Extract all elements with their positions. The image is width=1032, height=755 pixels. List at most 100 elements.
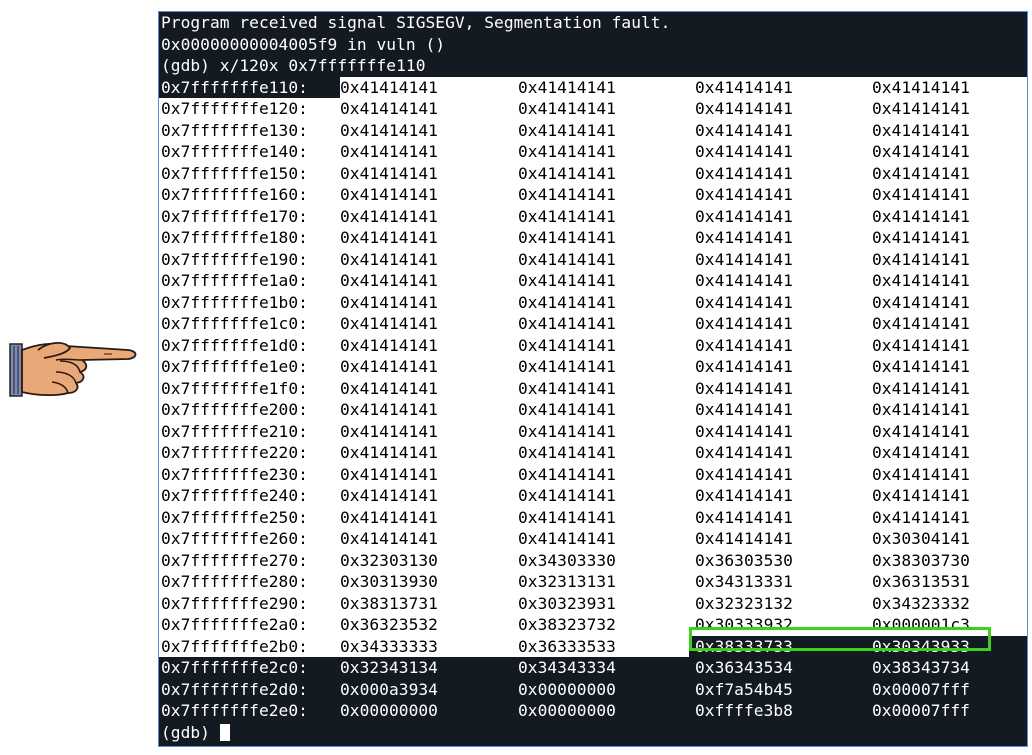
memory-cell: 0x41414141 — [518, 120, 616, 140]
memory-address: 0x7fffffffe170: — [161, 206, 308, 226]
memory-address: 0x7fffffffe210: — [161, 421, 308, 441]
memory-row: 0x7fffffffe190: 0x41414141 0x41414141 0x414… — [159, 249, 1027, 271]
memory-cell: 0x41414141 — [695, 271, 793, 290]
memory-row: 0x7fffffffe280: 0x30313930 0x32313131 0x343… — [159, 571, 1027, 593]
memory-cell: 0x41414141 — [872, 185, 970, 204]
memory-cell: 0x41414141 — [340, 271, 438, 290]
memory-row: 0x7fffffffe140: 0x41414141 0x41414141 0x414… — [159, 141, 1027, 163]
memory-row: 0x7fffffffe1a0: 0x41414141 0x41414141 0x414… — [159, 270, 1027, 292]
memory-cell: 0x41414141 — [340, 314, 438, 333]
memory-cell: 0x41414141 — [518, 507, 616, 527]
memory-address: 0x7fffffffe1d0: — [161, 335, 308, 355]
memory-row: 0x7fffffffe160: 0x41414141 0x41414141 0x414… — [159, 184, 1027, 206]
memory-cell: 0x41414141 — [695, 249, 793, 269]
memory-row: 0x7fffffffe130: 0x41414141 0x41414141 0x414… — [159, 120, 1027, 142]
memory-address: 0x7fffffffe180: — [161, 228, 308, 247]
memory-cell: 0x41414141 — [340, 421, 438, 441]
memory-row: 0x7fffffffe170: 0x41414141 0x41414141 0x414… — [159, 206, 1027, 228]
memory-address: 0x7fffffffe120: — [161, 99, 308, 118]
memory-cell: 0x41414141 — [695, 529, 793, 548]
memory-cell: 0x36313531 — [872, 572, 970, 591]
memory-cell: 0x41414141 — [872, 357, 970, 376]
memory-address: 0x7fffffffe2a0: — [161, 615, 308, 634]
memory-address: 0x7fffffffe2e0: — [161, 701, 308, 720]
memory-cell: 0x41414141 — [518, 228, 616, 247]
gdb-prompt-line[interactable]: (gdb) — [159, 722, 1027, 744]
memory-cell: 0x36333533 — [518, 636, 616, 656]
memory-cell: 0x41414141 — [695, 464, 793, 484]
highlight-box — [689, 627, 991, 651]
memory-cell: 0x32343134 — [340, 658, 438, 677]
memory-row: 0x7fffffffe1c0: 0x41414141 0x41414141 0x414… — [159, 313, 1027, 335]
memory-cell: 0x000a3934 — [340, 679, 438, 699]
memory-cell: 0x41414141 — [872, 314, 970, 333]
memory-cell: 0x41414141 — [695, 99, 793, 118]
memory-address: 0x7fffffffe2c0: — [161, 658, 308, 677]
memory-cell: 0x34313331 — [695, 572, 793, 591]
memory-cell: 0x41414141 — [872, 163, 970, 183]
gdb-terminal[interactable]: Program received signal SIGSEGV, Segment… — [158, 11, 1028, 747]
memory-address: 0x7fffffffe110: — [161, 77, 308, 97]
memory-cell: 0x32323132 — [695, 593, 793, 613]
memory-cell: 0x41414141 — [340, 486, 438, 505]
memory-cell: 0x34323332 — [872, 593, 970, 613]
memory-cell: 0x36343534 — [695, 658, 793, 677]
memory-cell: 0x41414141 — [695, 378, 793, 398]
memory-cell: 0x41414141 — [518, 357, 616, 376]
memory-cell: 0x41414141 — [695, 185, 793, 204]
pointing-hand-icon — [9, 342, 137, 397]
memory-cell: 0x38303730 — [872, 550, 970, 570]
memory-address: 0x7fffffffe200: — [161, 400, 308, 419]
memory-cell: 0x41414141 — [518, 335, 616, 355]
memory-cell: 0x30313930 — [340, 572, 438, 591]
memory-address: 0x7fffffffe1f0: — [161, 378, 308, 398]
memory-address: 0x7fffffffe260: — [161, 529, 308, 548]
memory-address: 0x7fffffffe1b0: — [161, 292, 308, 312]
memory-row: 0x7fffffffe1b0: 0x41414141 0x41414141 0x414… — [159, 292, 1027, 314]
memory-cell: 0x38323732 — [518, 615, 616, 634]
memory-cell: 0x41414141 — [695, 357, 793, 376]
memory-cell: 0x41414141 — [340, 77, 438, 97]
memory-cell: 0x00007fff — [872, 701, 970, 720]
memory-cell: 0xf7a54b45 — [695, 679, 793, 699]
header-line: 0x00000000004005f9 in vuln () — [161, 34, 446, 54]
memory-address: 0x7fffffffe2b0: — [161, 636, 308, 656]
memory-cell: 0x00000000 — [518, 701, 616, 720]
memory-row: 0x7fffffffe120: 0x41414141 0x41414141 0x414… — [159, 98, 1027, 120]
memory-cell: 0x41414141 — [518, 249, 616, 269]
memory-row: 0x7fffffffe150: 0x41414141 0x41414141 0x414… — [159, 163, 1027, 185]
memory-cell: 0x30323931 — [518, 593, 616, 613]
memory-cell: 0x41414141 — [340, 120, 438, 140]
memory-row: 0x7fffffffe180: 0x41414141 0x41414141 0x414… — [159, 227, 1027, 249]
memory-cell: 0x41414141 — [518, 464, 616, 484]
memory-cell: 0x41414141 — [695, 163, 793, 183]
memory-cell: 0x41414141 — [518, 400, 616, 419]
memory-cell: 0x41414141 — [872, 77, 970, 97]
text-cursor — [219, 723, 230, 741]
memory-cell: 0x41414141 — [518, 421, 616, 441]
memory-cell: 0x41414141 — [518, 77, 616, 97]
memory-cell: 0x41414141 — [695, 421, 793, 441]
memory-cell: 0x41414141 — [518, 314, 616, 333]
memory-cell: 0x41414141 — [340, 378, 438, 398]
memory-address: 0x7fffffffe160: — [161, 185, 308, 204]
memory-cell: 0x41414141 — [872, 249, 970, 269]
memory-cell: 0x41414141 — [872, 228, 970, 247]
memory-cell: 0x41414141 — [872, 486, 970, 505]
memory-address: 0x7fffffffe190: — [161, 249, 308, 269]
memory-cell: 0x41414141 — [872, 335, 970, 355]
memory-row: 0x7fffffffe2e0: 0x00000000 0x00000000 0xfff… — [159, 700, 1027, 722]
memory-address: 0x7fffffffe230: — [161, 464, 308, 484]
memory-row: 0x7fffffffe240: 0x41414141 0x41414141 0x414… — [159, 485, 1027, 507]
memory-address: 0x7fffffffe1e0: — [161, 357, 308, 376]
memory-row: 0x7fffffffe270: 0x32303130 0x34303330 0x363… — [159, 550, 1027, 572]
memory-cell: 0x41414141 — [518, 292, 616, 312]
memory-row: 0x7fffffffe210: 0x41414141 0x41414141 0x414… — [159, 421, 1027, 443]
memory-cell: 0x00007fff — [872, 679, 970, 699]
memory-cell: 0x41414141 — [872, 99, 970, 118]
memory-row: 0x7fffffffe1e0: 0x41414141 0x41414141 0x414… — [159, 356, 1027, 378]
memory-cell: 0x41414141 — [518, 163, 616, 183]
memory-cell: 0x41414141 — [695, 443, 793, 462]
memory-address: 0x7fffffffe290: — [161, 593, 308, 613]
memory-cell: 0x41414141 — [340, 206, 438, 226]
